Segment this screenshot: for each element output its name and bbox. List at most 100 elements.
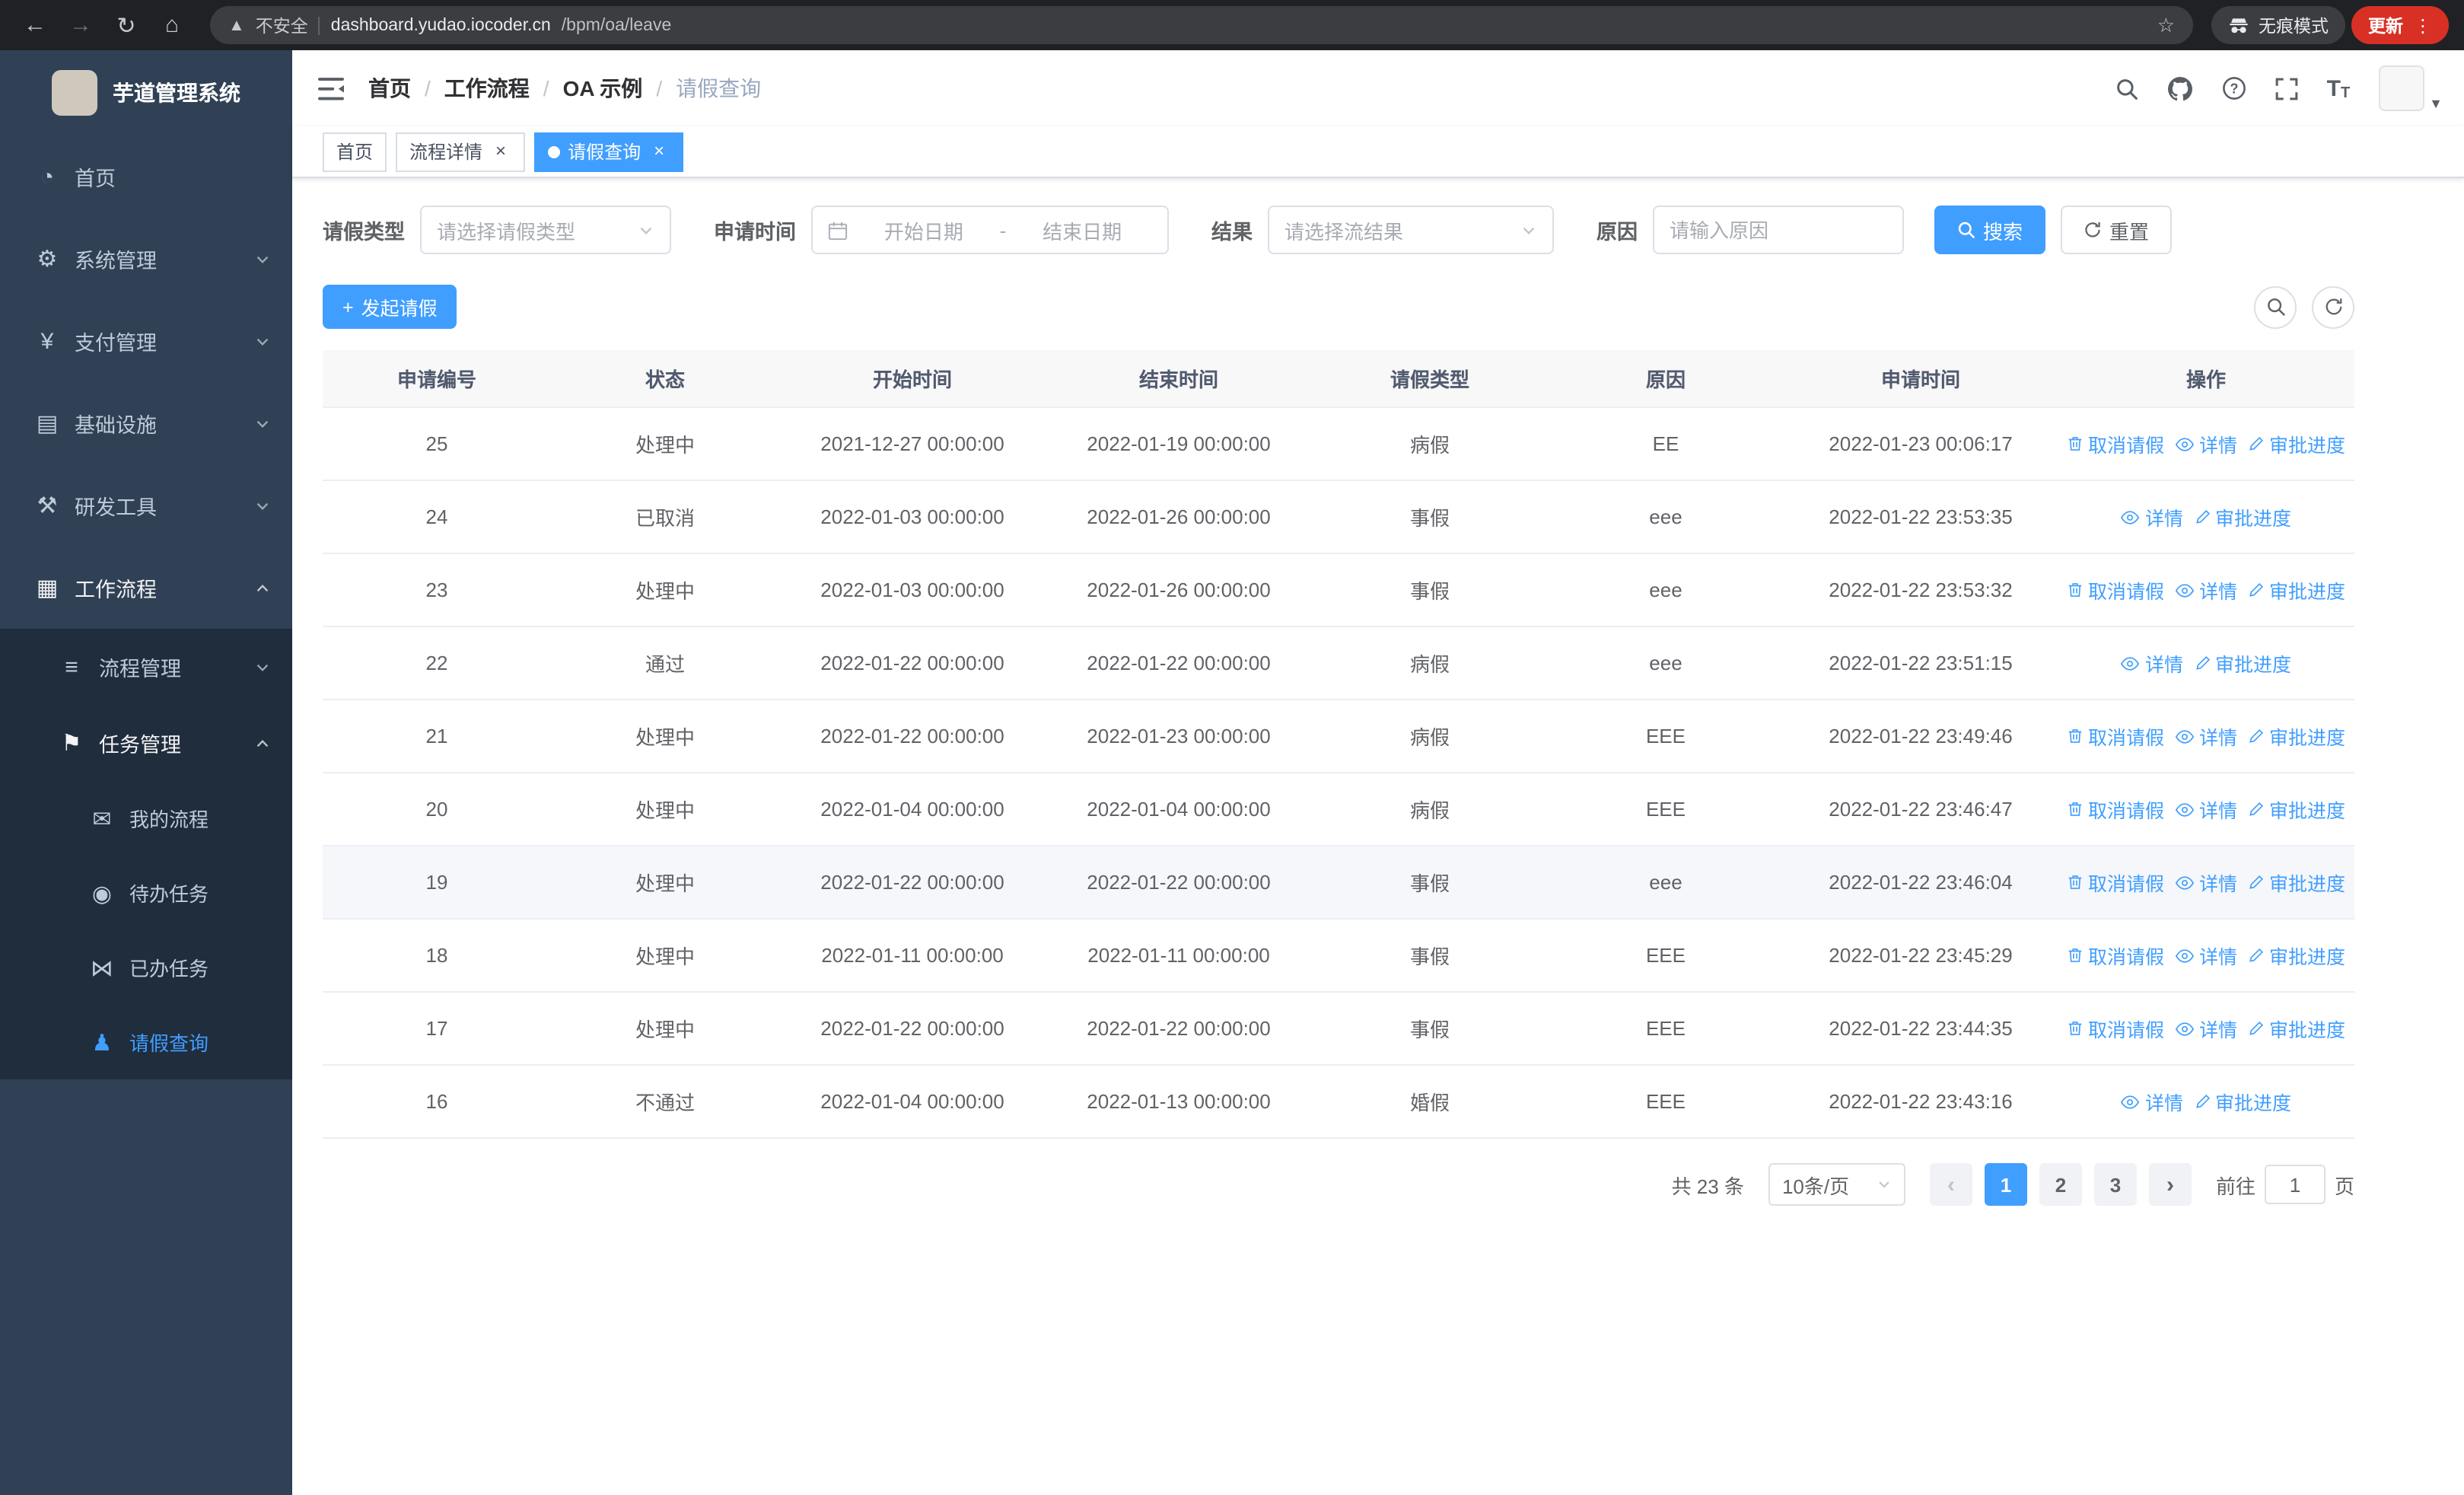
detail-link[interactable]: 详情 <box>2175 868 2237 897</box>
table-row[interactable]: 25 处理中 2021-12-27 00:00:00 2022-01-19 00:00… <box>323 408 2354 481</box>
approval-progress-link[interactable]: 审批进度 <box>2194 1087 2291 1116</box>
next-page-button[interactable]: › <box>2148 1163 2192 1206</box>
sidebar-item-monitor[interactable]: ▤ 基础设施 <box>0 382 292 464</box>
approval-progress-link[interactable]: 审批进度 <box>2248 941 2345 970</box>
detail-link[interactable]: 详情 <box>2175 795 2237 824</box>
table-row[interactable]: 17 处理中 2022-01-22 00:00:00 2022-01-22 00:00… <box>323 993 2354 1066</box>
sidebar-item-done[interactable]: ⋈ 已办任务 <box>0 930 292 1005</box>
search-button[interactable]: 搜索 <box>1934 206 2046 254</box>
page-button-2[interactable]: 2 <box>2039 1163 2082 1206</box>
table-row[interactable]: 23 处理中 2022-01-03 00:00:00 2022-01-26 00:00… <box>323 554 2354 627</box>
forward-icon[interactable]: → <box>61 5 100 45</box>
cancel-leave-link[interactable]: 取消请假 <box>2067 722 2164 751</box>
approval-progress-link[interactable]: 审批进度 <box>2248 1014 2345 1043</box>
leave-type-select[interactable]: 请选择请假类型 <box>420 206 671 254</box>
detail-link[interactable]: 详情 <box>2175 722 2237 751</box>
menu-dots-icon[interactable]: ⋮ <box>2414 14 2432 36</box>
approval-progress-link[interactable]: 审批进度 <box>2194 649 2291 677</box>
column-header: 开始时间 <box>872 368 952 391</box>
cell-id: 21 <box>425 725 448 748</box>
end-date-input[interactable]: 结束日期 <box>1012 215 1152 244</box>
table-row[interactable]: 16 不通过 2022-01-04 00:00:00 2022-01-13 00:00… <box>323 1066 2354 1139</box>
sidebar-item-tool[interactable]: ⚒ 研发工具 <box>0 464 292 547</box>
caret-down-icon: ▼ <box>2429 96 2443 111</box>
detail-link[interactable]: 详情 <box>2175 429 2237 458</box>
table-row[interactable]: 21 处理中 2022-01-22 00:00:00 2022-01-23 00:00… <box>323 700 2354 773</box>
approval-progress-link[interactable]: 审批进度 <box>2248 429 2345 458</box>
security-label[interactable]: 不安全 <box>256 13 308 37</box>
sidebar-item-chat[interactable]: ✉ 我的流程 <box>0 781 292 856</box>
approval-progress-link[interactable]: 审批进度 <box>2248 795 2345 824</box>
apply-time-range-picker[interactable]: 开始日期 - 结束日期 <box>811 206 1169 254</box>
detail-link[interactable]: 详情 <box>2175 575 2237 604</box>
reason-input[interactable] <box>1653 206 1904 254</box>
detail-link[interactable]: 详情 <box>2121 1087 2183 1116</box>
table-row[interactable]: 18 处理中 2022-01-11 00:00:00 2022-01-11 00:00… <box>323 920 2354 993</box>
approval-progress-icon <box>2248 947 2265 964</box>
page-size-select[interactable]: 10条/页 <box>1768 1163 1905 1206</box>
reset-button[interactable]: 重置 <box>2061 206 2173 254</box>
font-size-icon[interactable]: TT <box>2327 75 2351 101</box>
breadcrumb-item[interactable]: 首页 <box>368 73 411 104</box>
sidebar-item-task[interactable]: ⚑ 任务管理 <box>0 705 292 781</box>
sidebar-item-yen[interactable]: ¥ 支付管理 <box>0 300 292 382</box>
close-icon[interactable]: × <box>648 140 670 162</box>
sidebar-item-label: 任务管理 <box>99 734 181 757</box>
cancel-leave-link[interactable]: 取消请假 <box>2067 941 2164 970</box>
close-icon[interactable]: × <box>490 140 511 162</box>
approval-progress-link[interactable]: 审批进度 <box>2248 575 2345 604</box>
refresh-button[interactable] <box>2312 285 2354 328</box>
approval-progress-link[interactable]: 审批进度 <box>2194 502 2291 531</box>
create-leave-button[interactable]: + 发起请假 <box>323 285 457 329</box>
page-button-1[interactable]: 1 <box>1984 1163 2027 1206</box>
reload-icon[interactable]: ↻ <box>107 5 146 45</box>
detail-link[interactable]: 详情 <box>2175 941 2237 970</box>
sidebar-item-workflow[interactable]: ▦ 工作流程 <box>0 547 292 629</box>
cancel-leave-link[interactable]: 取消请假 <box>2067 575 2164 604</box>
approval-progress-link[interactable]: 审批进度 <box>2248 722 2345 751</box>
sidebar-item-process[interactable]: ≡ 流程管理 <box>0 629 292 705</box>
detail-link[interactable]: 详情 <box>2175 1014 2237 1043</box>
page-buttons: 123 <box>1984 1163 2137 1206</box>
detail-link[interactable]: 详情 <box>2121 502 2183 531</box>
page-button-3[interactable]: 3 <box>2093 1163 2137 1206</box>
sidebar-item-eye[interactable]: ◉ 待办任务 <box>0 856 292 930</box>
search-toggle-button[interactable] <box>2254 285 2297 328</box>
logo[interactable]: 芋道管理系统 <box>0 50 292 135</box>
bookmark-star-icon[interactable]: ☆ <box>2157 13 2175 37</box>
prev-page-button[interactable]: ‹ <box>1929 1163 1972 1206</box>
github-icon[interactable] <box>2167 75 2193 101</box>
address-bar[interactable]: ▲ 不安全 dashboard.yudao.iocoder.cn /bpm/oa… <box>210 6 2193 44</box>
fullscreen-icon[interactable] <box>2275 77 2298 100</box>
start-date-input[interactable]: 开始日期 <box>854 215 994 244</box>
breadcrumb-item[interactable]: 工作流程 <box>444 73 530 104</box>
user-menu[interactable]: ▼ <box>2379 65 2443 111</box>
goto-page-input[interactable] <box>2264 1165 2326 1204</box>
approval-progress-link[interactable]: 审批进度 <box>2248 868 2345 897</box>
breadcrumb-item[interactable]: OA 示例 <box>563 73 643 104</box>
view-tag[interactable]: 请假查询 × <box>534 132 684 171</box>
detail-link[interactable]: 详情 <box>2121 649 2183 677</box>
cancel-leave-link[interactable]: 取消请假 <box>2067 795 2164 824</box>
search-icon[interactable] <box>2115 77 2138 100</box>
hamburger-icon[interactable] <box>292 50 368 126</box>
help-icon[interactable]: ? <box>2222 76 2246 100</box>
cancel-leave-icon <box>2067 1020 2084 1037</box>
sidebar-item-dashboard[interactable]: ◔ 首页 <box>0 135 292 218</box>
home-icon[interactable]: ⌂ <box>152 5 192 45</box>
table-row[interactable]: 19 处理中 2022-01-22 00:00:00 2022-01-22 00:00… <box>323 846 2354 920</box>
back-icon[interactable]: ← <box>15 5 55 45</box>
cancel-leave-link[interactable]: 取消请假 <box>2067 1014 2164 1043</box>
table-row[interactable]: 20 处理中 2022-01-04 00:00:00 2022-01-04 00:00… <box>323 773 2354 846</box>
result-select[interactable]: 请选择流结果 <box>1268 206 1554 254</box>
view-tag[interactable]: 首页 <box>323 132 387 171</box>
cell-start: 2022-01-04 00:00:00 <box>820 798 1004 821</box>
view-tag[interactable]: 流程详情 × <box>396 132 526 171</box>
sidebar-item-user[interactable]: ♟ 请假查询 <box>0 1005 292 1079</box>
table-row[interactable]: 22 通过 2022-01-22 00:00:00 2022-01-22 00:00:… <box>323 627 2354 700</box>
cancel-leave-link[interactable]: 取消请假 <box>2067 868 2164 897</box>
update-button[interactable]: 更新 ⋮ <box>2351 6 2449 44</box>
sidebar-item-gear[interactable]: ⚙ 系统管理 <box>0 218 292 300</box>
table-row[interactable]: 24 已取消 2022-01-03 00:00:00 2022-01-26 00:00… <box>323 481 2354 554</box>
cancel-leave-link[interactable]: 取消请假 <box>2067 429 2164 458</box>
